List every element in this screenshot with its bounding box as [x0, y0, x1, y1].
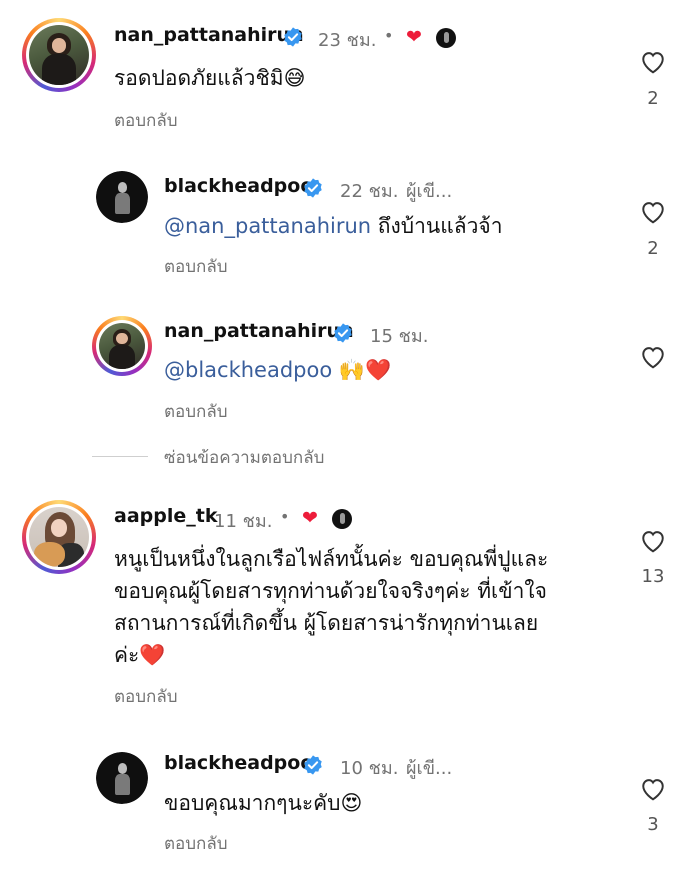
avatar[interactable]: [22, 18, 96, 92]
separator-dot: •: [280, 507, 290, 526]
reply-button[interactable]: ตอบกลับ: [114, 107, 178, 134]
username[interactable]: nan_pattanahirun: [114, 24, 304, 46]
reply-button[interactable]: ตอบกลับ: [164, 398, 228, 425]
avatar[interactable]: [92, 316, 152, 376]
username[interactable]: blackheadpoo: [164, 175, 313, 197]
author-tag: ผู้เขี...: [406, 181, 453, 202]
comment-time: 22 ชม.: [340, 181, 399, 202]
avatar[interactable]: [96, 171, 148, 223]
heart-outline-icon[interactable]: [640, 777, 666, 801]
comment-text: ขอบคุณมากๆนะคับ😍: [164, 791, 363, 815]
avatar[interactable]: [96, 752, 148, 804]
reply-button[interactable]: ตอบกลับ: [164, 830, 228, 857]
comment-text: @blackheadpoo 🙌❤️: [164, 358, 392, 382]
heart-outline-icon[interactable]: [640, 529, 666, 553]
separator-dot: •: [384, 26, 394, 45]
comment-text: หนูเป็นหนึ่งในลูกเรือไฟล์ทนั้นค่ะ ขอบคุณ…: [114, 547, 549, 667]
like-count: 3: [647, 814, 659, 835]
username[interactable]: nan_pattanahirun: [164, 320, 354, 342]
reply-button[interactable]: ตอบกลับ: [164, 253, 228, 280]
comment-time: 23 ชม.: [318, 30, 377, 51]
red-heart-icon: ❤: [406, 26, 422, 48]
verified-badge-icon: [334, 323, 352, 343]
comment-text: รอดปอดภัยแล้วชิมิ😅: [114, 66, 306, 90]
mention-link[interactable]: @blackheadpoo: [164, 358, 332, 382]
heart-outline-icon[interactable]: [640, 50, 666, 74]
like-count: 2: [647, 238, 659, 259]
comment-time: 15 ชม.: [370, 326, 429, 347]
mention-link[interactable]: @nan_pattanahirun: [164, 214, 371, 238]
verified-badge-icon: [304, 178, 322, 198]
creator-liked-avatar: [436, 28, 456, 48]
heart-outline-icon[interactable]: [640, 345, 666, 369]
avatar[interactable]: [22, 500, 96, 574]
like-count: 13: [641, 566, 665, 587]
hide-replies-button[interactable]: ซ่อนข้อความตอบกลับ: [164, 444, 324, 471]
username[interactable]: aapple_tk: [114, 505, 217, 527]
reply-button[interactable]: ตอบกลับ: [114, 683, 178, 710]
like-count: 2: [647, 88, 659, 109]
author-tag: ผู้เขี...: [406, 758, 453, 779]
verified-badge-icon: [284, 27, 302, 47]
comment-time: 10 ชม.: [340, 758, 399, 779]
hide-replies-divider: [92, 456, 148, 457]
red-heart-icon: ❤: [302, 507, 318, 529]
verified-badge-icon: [304, 755, 322, 775]
heart-outline-icon[interactable]: [640, 200, 666, 224]
creator-liked-avatar: [332, 509, 352, 529]
comment-time: 11 ชม.: [214, 511, 273, 532]
username[interactable]: blackheadpoo: [164, 752, 313, 774]
comment-text: @nan_pattanahirun ถึงบ้านแล้วจ้า: [164, 214, 503, 238]
